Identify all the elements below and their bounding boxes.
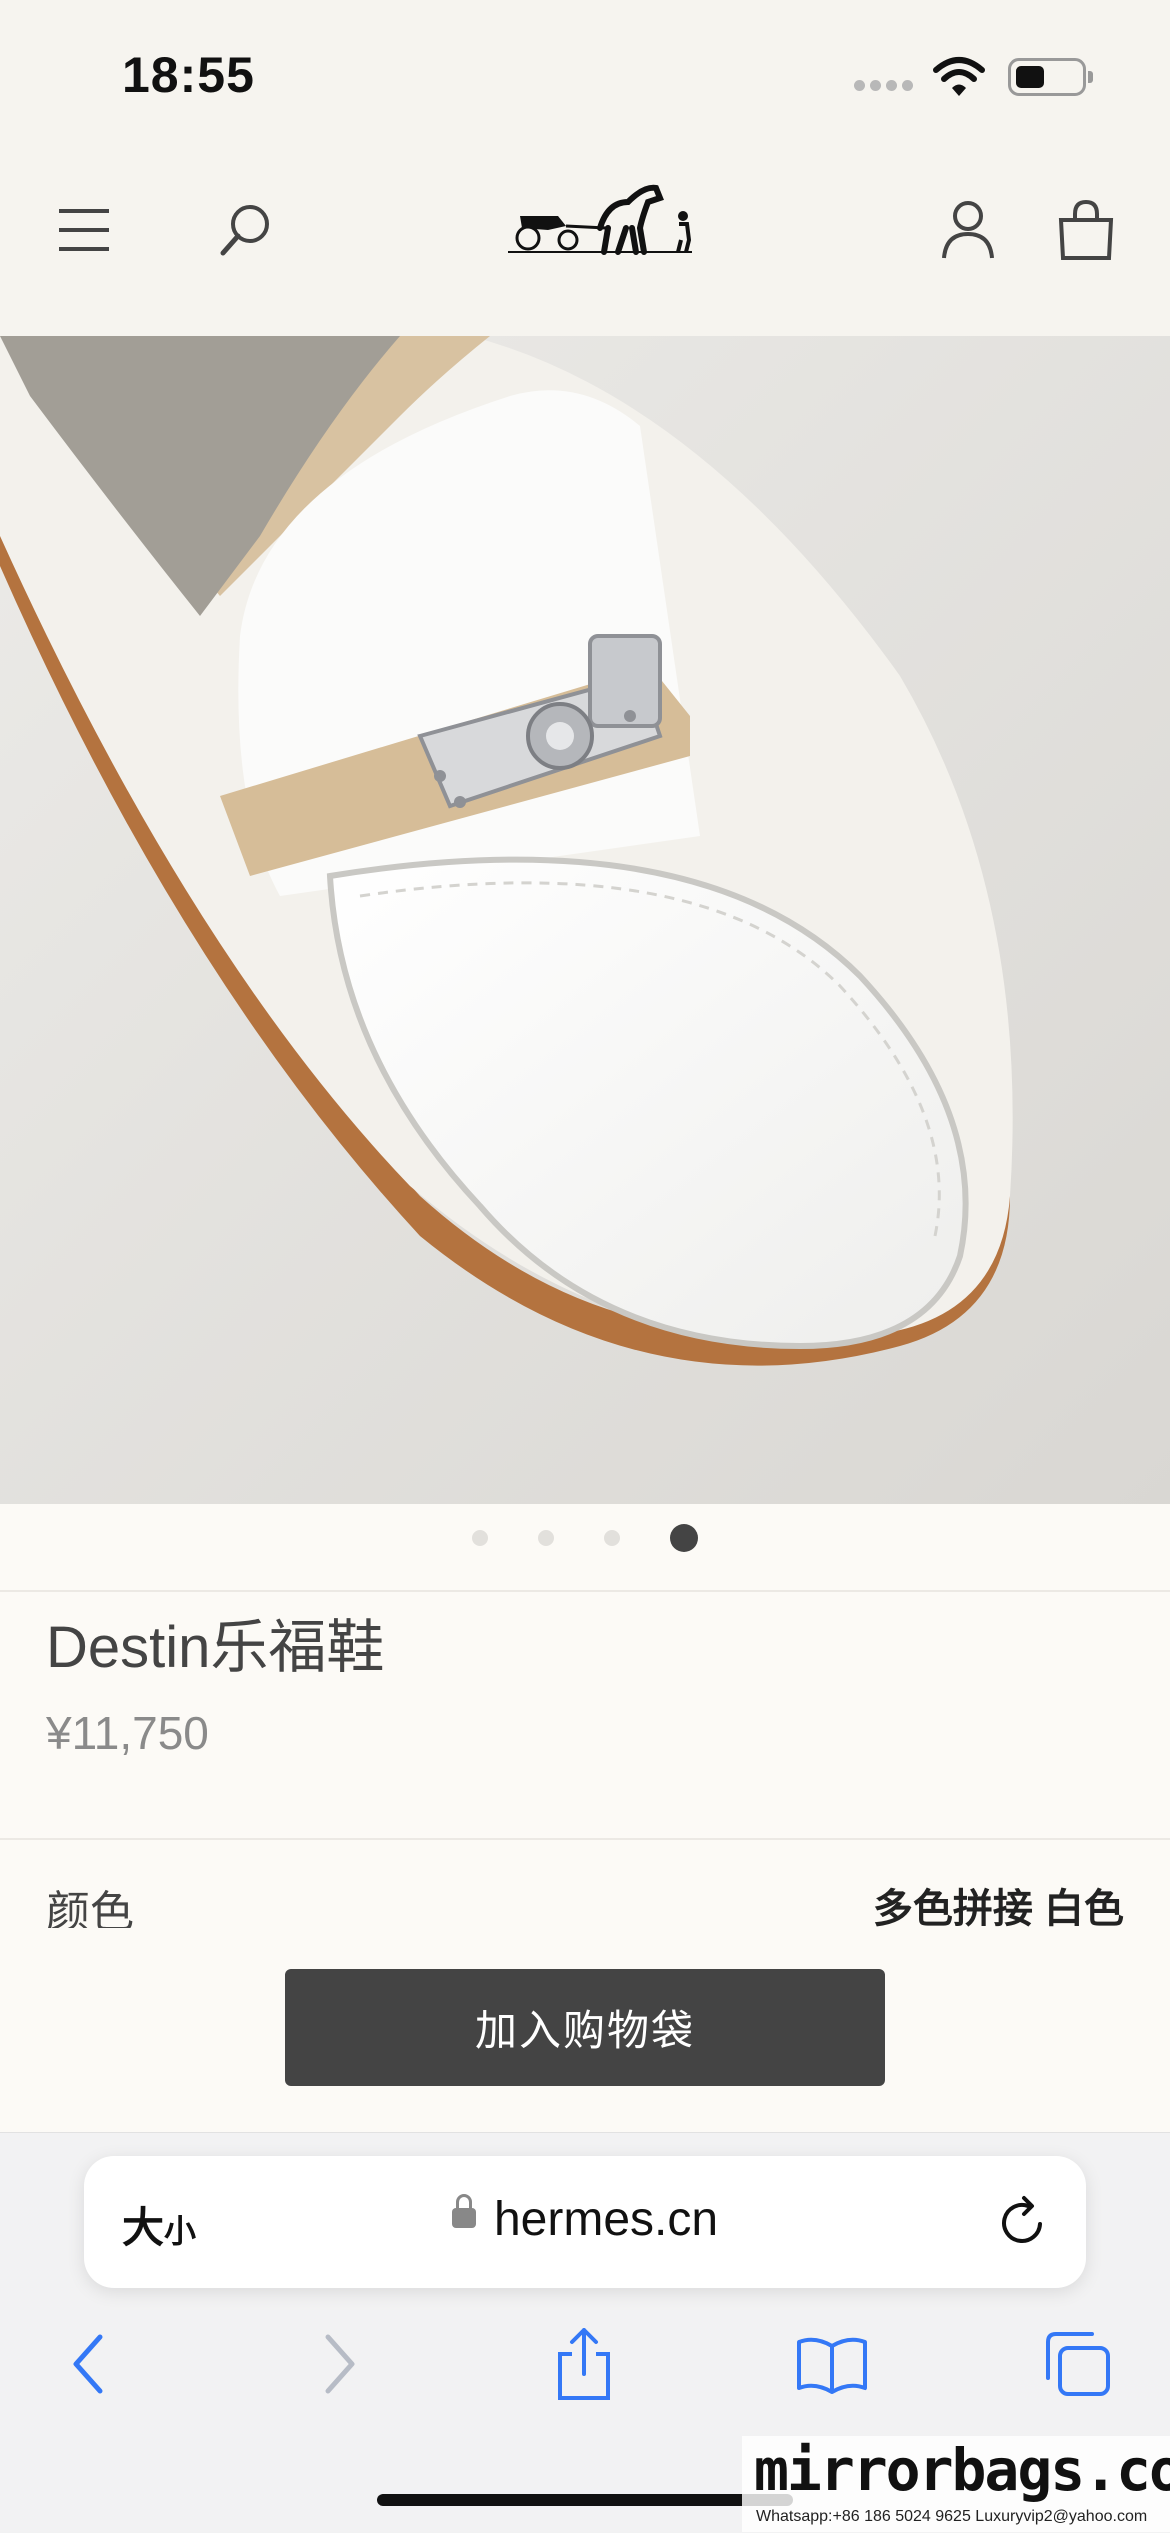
- account-icon[interactable]: [928, 190, 1008, 270]
- carousel-dot[interactable]: [604, 1530, 620, 1546]
- status-time: 18:55: [122, 47, 255, 103]
- url-host-text: hermes.cn: [493, 2193, 719, 2246]
- forward-icon[interactable]: [292, 2320, 388, 2408]
- home-indicator[interactable]: [377, 2494, 793, 2506]
- search-icon[interactable]: [206, 190, 286, 270]
- product-price: ¥11,750: [46, 1707, 209, 1759]
- color-value: 多色拼接 白色: [872, 1887, 1124, 1928]
- carousel-dot-active[interactable]: [670, 1524, 698, 1552]
- tabs-icon[interactable]: [1030, 2320, 1126, 2408]
- add-to-bag-button[interactable]: 加入购物袋: [285, 1969, 885, 2086]
- product-title: Destin乐福鞋: [46, 1615, 385, 1680]
- carousel-dots: [0, 1520, 1170, 1556]
- shopping-bag-icon[interactable]: [1046, 190, 1126, 270]
- watermark: mirrorbags.com Whatsapp:+86 186 5024 962…: [742, 2436, 1170, 2532]
- lock-icon: [451, 2194, 476, 2229]
- battery-icon: [1008, 58, 1093, 96]
- watermark-title: mirrorbags.com: [754, 2436, 1170, 2504]
- carousel-dot[interactable]: [472, 1530, 488, 1546]
- address-bar[interactable]: 大小 hermes.cn: [84, 2156, 1086, 2288]
- hamburger-menu-icon[interactable]: [44, 190, 124, 270]
- watermark-contact: Whatsapp:+86 186 5024 9625 Luxuryvip2@ya…: [756, 2508, 1148, 2525]
- share-icon[interactable]: [536, 2320, 632, 2408]
- bookmarks-icon[interactable]: [784, 2320, 880, 2408]
- product-image[interactable]: [0, 336, 1170, 1504]
- wifi-icon: [933, 57, 985, 96]
- divider: [0, 1590, 1170, 1592]
- cellular-signal-icon: [854, 80, 916, 94]
- hermes-carriage-logo[interactable]: [508, 172, 692, 256]
- color-row[interactable]: 颜色 多色拼接 白色: [0, 1840, 1170, 1928]
- url-host[interactable]: hermes.cn: [84, 2192, 1086, 2247]
- carousel-dot[interactable]: [538, 1530, 554, 1546]
- back-icon[interactable]: [40, 2320, 136, 2408]
- reload-icon[interactable]: [994, 2194, 1050, 2250]
- color-label: 颜色: [46, 1888, 134, 1928]
